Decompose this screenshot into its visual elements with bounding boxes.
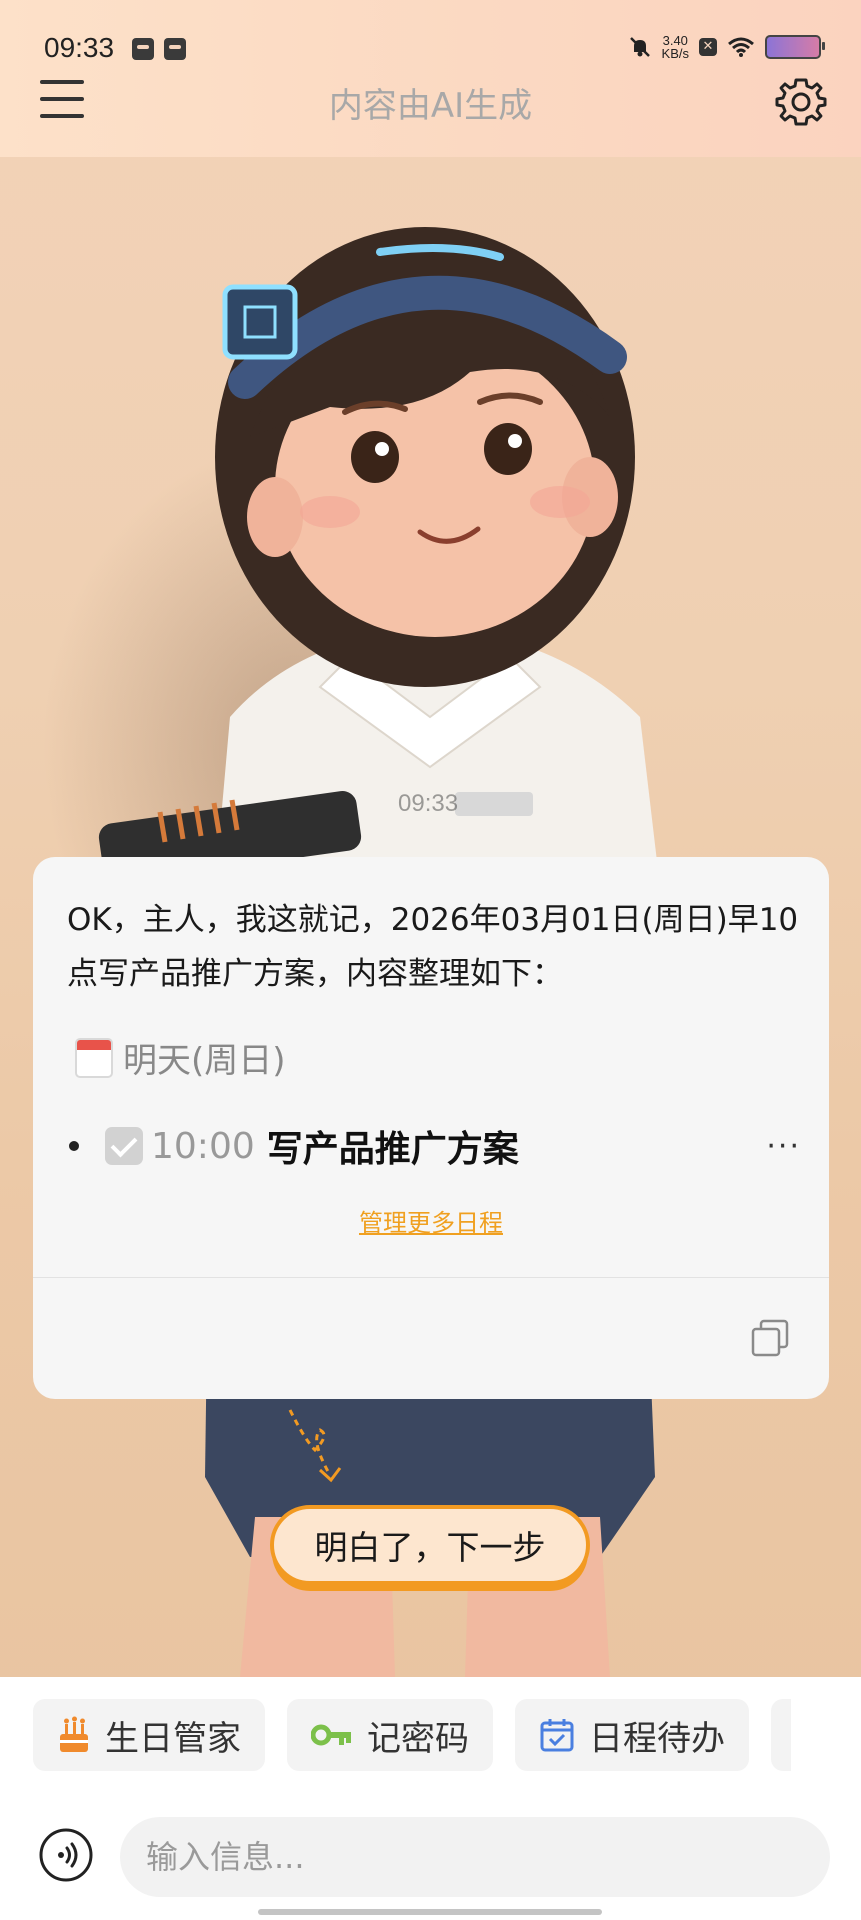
chip-label: 记密码 [367, 1718, 469, 1759]
app-screen: 09:33 09:33 3.40 KB/s ✕ 内容由AI生成 OK，主人，我这… [0, 0, 861, 1920]
quick-action-chips: 生日管家 记密码 日程待办 [33, 1699, 791, 1771]
chip-birthday-manager[interactable]: 生日管家 [33, 1699, 265, 1771]
more-options-icon[interactable]: ··· [766, 1129, 801, 1164]
message-input-row [38, 1817, 830, 1897]
network-speed: 3.40 KB/s [662, 34, 689, 60]
chip-label: 生日管家 [105, 1718, 241, 1759]
chip-overflow-partial[interactable] [771, 1699, 791, 1771]
next-step-button[interactable]: 明白了，下一步 [270, 1505, 590, 1585]
message-icon [164, 38, 186, 60]
wifi-icon [728, 37, 754, 57]
status-notification-icons [132, 38, 186, 60]
chip-label: 日程待办 [589, 1718, 725, 1759]
chip-remember-password[interactable]: 记密码 [287, 1699, 493, 1771]
bullet-dot [69, 1141, 79, 1151]
chip-schedule-todo[interactable]: 日程待办 [515, 1699, 749, 1771]
checkbox-icon[interactable] [105, 1127, 143, 1165]
close-box-icon: ✕ [699, 38, 717, 56]
voice-input-icon[interactable] [38, 1827, 94, 1883]
assistant-message-text: OK，主人，我这就记，2026年03月01日(周日)早10点写产品推广方案，内容… [67, 902, 799, 992]
calendar-check-icon [540, 1719, 574, 1752]
schedule-task-item[interactable]: 10:00 写产品推广方案 ··· [67, 1120, 807, 1172]
task-time: 10:00 [151, 1125, 255, 1167]
top-bar: 09:33 3.40 KB/s ✕ 内容由AI生成 [0, 0, 861, 157]
status-time: 09:33 [44, 32, 115, 63]
guide-arrow-icon [288, 1409, 342, 1483]
page-title: 内容由AI生成 [328, 86, 533, 126]
key-icon [311, 1724, 351, 1746]
bottom-panel: 生日管家 记密码 日程待办 [0, 1677, 861, 1920]
gear-icon[interactable] [775, 76, 827, 128]
assistant-message-card: OK，主人，我这就记，2026年03月01日(周日)早10点写产品推广方案，内容… [33, 857, 829, 1399]
battery-icon [765, 35, 825, 59]
schedule-date-row: 明天(周日) [75, 1033, 286, 1082]
mail-icon [132, 38, 154, 60]
birthday-cake-icon [60, 1716, 88, 1752]
home-indicator[interactable] [258, 1909, 602, 1915]
copy-icon[interactable] [751, 1319, 789, 1357]
mute-bell-icon [629, 37, 650, 57]
manage-schedule-link[interactable]: 管理更多日程 [33, 1203, 829, 1238]
calendar-icon [75, 1037, 113, 1078]
card-divider [33, 1277, 829, 1278]
schedule-date-label: 明天(周日) [123, 1041, 286, 1081]
task-title: 写产品推广方案 [266, 1129, 519, 1170]
status-right-icons: 3.40 KB/s ✕ [628, 34, 825, 60]
message-input[interactable] [120, 1817, 830, 1897]
net-speed-unit: KB/s [661, 46, 689, 61]
scene-badge-time: 09:33 [398, 790, 459, 817]
